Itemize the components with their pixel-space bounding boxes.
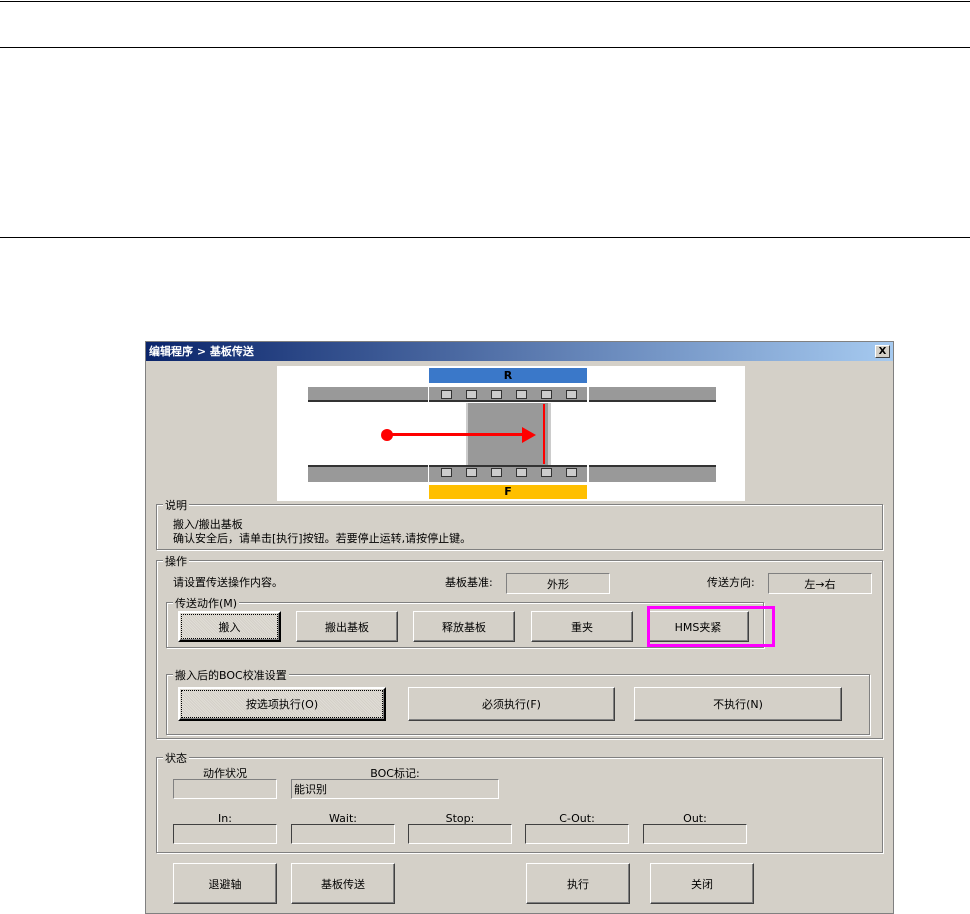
close-button[interactable]: 关闭	[650, 863, 754, 904]
rail-rear-left	[308, 387, 428, 402]
operation-group: 操作 请设置传送操作内容。 基板基准: 外形 传送方向: 左→右 传送动作(M)…	[156, 553, 883, 739]
front-label: F	[429, 485, 587, 499]
action-status-field	[173, 779, 277, 799]
window-title: 编辑程序 > 基板传送	[149, 345, 254, 358]
divider	[0, 237, 970, 238]
release-board-button[interactable]: 释放基板	[413, 611, 515, 642]
arrow-right-icon	[522, 427, 536, 443]
direction-field: 左→右	[768, 573, 872, 594]
retract-axis-button[interactable]: 退避轴	[173, 863, 277, 904]
description-group-label: 说明	[163, 497, 189, 513]
stopper-line	[543, 404, 545, 464]
execute-button[interactable]: 执行	[526, 863, 630, 904]
must-execute-button[interactable]: 必须执行(F)	[408, 687, 615, 721]
conveyor-diagram: R F	[277, 366, 745, 501]
board-reference-label: 基板基准:	[445, 576, 493, 589]
boc-setting-group-label: 搬入后的BOC校准设置	[173, 667, 289, 683]
direction-label: 传送方向:	[707, 576, 755, 589]
out-field	[643, 824, 747, 844]
in-field	[173, 824, 277, 844]
transfer-action-group-label: 传送动作(M)	[173, 595, 240, 611]
do-not-execute-button[interactable]: 不执行(N)	[634, 687, 842, 721]
rail-front-left	[308, 465, 428, 482]
rail-rear-center	[429, 387, 587, 402]
close-icon[interactable]: X	[875, 345, 890, 358]
rail-front-right	[589, 465, 716, 482]
c-out-field	[525, 824, 629, 844]
description-group: 说明 搬入/搬出基板 确认安全后，请单击[执行]按钮。若要停止运转,请按停止键。	[156, 497, 883, 550]
description-line-2: 确认安全后，请单击[执行]按钮。若要停止运转,请按停止键。	[173, 532, 472, 545]
operation-prompt: 请设置传送操作内容。	[173, 576, 283, 589]
status-group-label: 状态	[163, 750, 189, 766]
title-bar: 编辑程序 > 基板传送 X	[146, 342, 893, 361]
unload-board-button[interactable]: 搬出基板	[296, 611, 398, 642]
board-transfer-dialog: 编辑程序 > 基板传送 X R F 说明 搬入/搬出基板 确认安全后，请单击[执…	[145, 341, 894, 914]
board-transfer-button[interactable]: 基板传送	[291, 863, 395, 904]
boc-mark-field: 能识别	[291, 779, 499, 799]
operation-group-label: 操作	[163, 553, 189, 569]
rail-front-center	[429, 465, 587, 482]
load-in-button[interactable]: 搬入	[178, 611, 281, 642]
boc-setting-group: 搬入后的BOC校准设置 按选项执行(O) 必须执行(F) 不执行(N)	[166, 667, 870, 735]
reclamp-button[interactable]: 重夹	[531, 611, 633, 642]
wait-field	[291, 824, 395, 844]
divider	[0, 1, 970, 2]
stop-field	[408, 824, 512, 844]
highlight-box	[647, 606, 775, 647]
execute-by-option-button[interactable]: 按选项执行(O)	[178, 687, 386, 721]
rear-label: R	[429, 368, 587, 383]
arrow-shaft	[387, 433, 527, 436]
status-group: 状态 动作状况 BOC标记: 能识别 In: Wait: Stop: C-Out…	[156, 750, 883, 853]
board-reference-field: 外形	[506, 573, 610, 594]
divider	[0, 47, 970, 48]
rail-rear-right	[589, 387, 716, 402]
